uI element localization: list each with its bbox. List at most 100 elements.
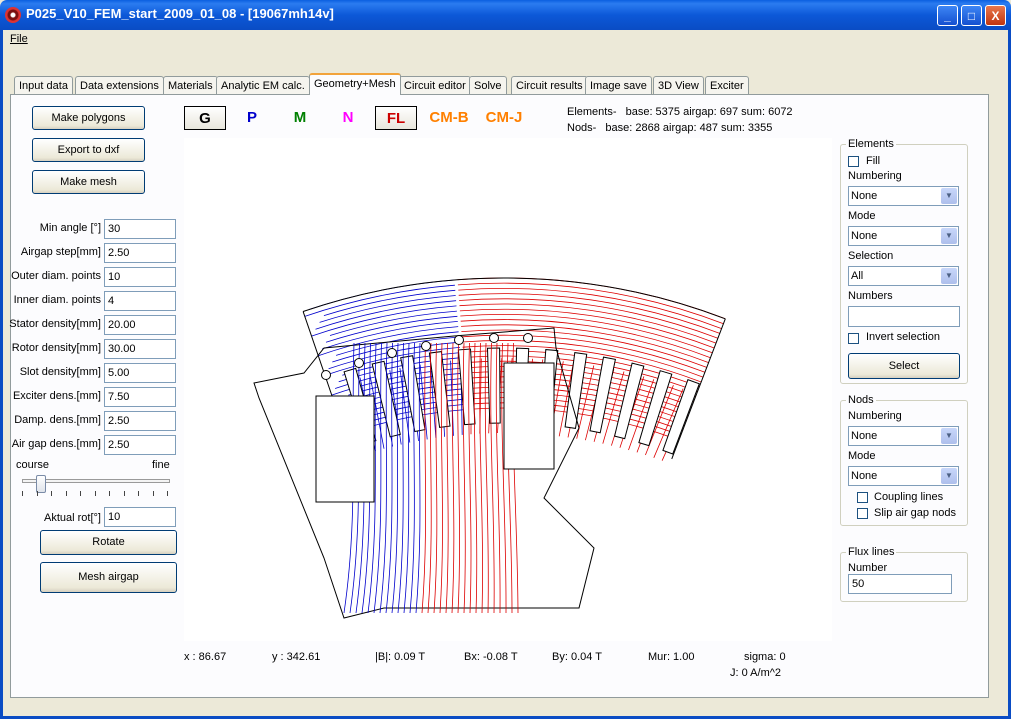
invert-selection-label: Invert selection [866,331,940,343]
flux-line-negative [308,279,455,310]
damper-bar [321,370,331,380]
fl-view-button[interactable]: FL [375,106,417,130]
field-winding-right [503,362,555,470]
flux-number-label: Number [848,562,888,574]
stator-slot [662,379,700,455]
stator-slot [486,347,501,424]
airgap-density-input[interactable]: 2.50 [104,435,176,455]
bx-readout: Bx: -0.08 T [464,651,518,663]
nods-numbering-value: None [851,430,878,442]
minimize-button[interactable]: _ [937,5,958,26]
by-readout: By: 0.04 T [552,651,602,663]
coupling-lines-checkbox[interactable] [857,492,868,503]
nods-numbering-select[interactable]: None ▼ [848,426,959,446]
chevron-down-icon: ▼ [941,228,957,244]
rotor-flux-line [473,342,478,614]
make-polygons-button[interactable]: Make polygons [32,106,145,130]
damper-bar [354,358,364,368]
selection-label: Selection [848,250,894,262]
slider-tick [138,491,139,496]
cm-j-view-button[interactable]: CM-J [478,106,530,130]
flux-line-positive [458,288,722,329]
flux-line-positive [457,282,724,325]
field-winding-left [315,395,375,503]
g-view-button[interactable]: G [184,106,226,130]
stator-density-label: Stator density[mm] [9,318,101,330]
exciter-density-input[interactable]: 7.50 [104,387,176,407]
exciter-density-label: Exciter dens.[mm] [12,390,101,402]
airgap-step-input[interactable]: 2.50 [104,243,176,263]
min-angle-input[interactable]: 30 [104,219,176,239]
elements-numbering-value: None [851,190,878,202]
flux-number-input[interactable]: 50 [848,574,952,594]
m-view-button[interactable]: M [279,106,321,130]
export-dxf-button[interactable]: Export to dxf [32,138,145,162]
tab-image-save[interactable]: Image save [585,76,652,94]
rotate-button[interactable]: Rotate [40,530,177,555]
flux-line-positive [458,293,720,334]
aktual-rot-input[interactable]: 10 [104,507,176,527]
elements-mode-select[interactable]: None ▼ [848,226,959,246]
b-magnitude-readout: |B|: 0.09 T [375,651,426,663]
title-bar[interactable]: P025_V10_FEM_start_2009_01_08 - [19067mh… [0,0,1011,30]
make-mesh-button[interactable]: Make mesh [32,170,145,194]
chevron-down-icon: ▼ [941,468,957,484]
slot-density-label: Slot density[mm] [19,366,101,378]
elements-stats: Elements- base: 5375 airgap: 697 sum: 60… [567,106,793,118]
rotor-flux-line [445,342,449,614]
nods-stats: Nods- base: 2868 airgap: 487 sum: 3355 [567,122,772,134]
fill-checkbox[interactable] [848,156,859,167]
slip-airgap-checkbox[interactable] [857,508,868,519]
cm-b-view-button[interactable]: CM-B [423,106,475,130]
elements-mode-value: None [851,230,878,242]
menu-file[interactable]: File [10,33,28,45]
rotor-flux-line [484,342,489,614]
rotor-flux-line [457,342,460,614]
selection-select[interactable]: All ▼ [848,266,959,286]
nods-values: base: 2868 airgap: 487 sum: 3355 [605,122,773,134]
slider-tick [152,491,154,496]
fem-drawing-canvas[interactable] [184,138,832,641]
tab-materials[interactable]: Materials [163,76,218,94]
elements-numbering-select[interactable]: None ▼ [848,186,959,206]
maximize-button[interactable]: □ [961,5,982,26]
damper-bar [454,335,464,345]
tab-analytic-em-calc[interactable]: Analytic EM calc. [216,76,310,94]
tab-exciter[interactable]: Exciter [705,76,749,94]
outer-diam-points-input[interactable]: 10 [104,267,176,287]
inner-diam-points-input[interactable]: 4 [104,291,176,311]
y-coordinate-readout: y : 342.61 [272,651,321,663]
tab-data-extensions[interactable]: Data extensions [75,76,164,94]
stator-density-input[interactable]: 20.00 [104,315,176,335]
elements-mode-label: Mode [848,210,876,222]
sigma-readout: sigma: 0 [744,651,786,663]
tab-circuit-results[interactable]: Circuit results [511,76,588,94]
tab-3d-view[interactable]: 3D View [653,76,704,94]
tab-circuit-editor[interactable]: Circuit editor [399,76,471,94]
inner-diam-points-label: Inner diam. points [13,294,101,306]
airgap-density-label: Air gap dens.[mm] [11,438,101,450]
slot-density-input[interactable]: 5.00 [104,363,176,383]
numbers-input[interactable] [848,306,960,327]
rotor-density-label: Rotor density[mm] [11,342,101,354]
slider-tick [109,491,110,496]
mesh-airgap-button[interactable]: Mesh airgap [40,562,177,593]
n-view-button[interactable]: N [327,106,369,130]
close-button[interactable]: X [985,5,1006,26]
tab-input-data[interactable]: Input data [14,76,73,94]
window-frame-left [0,30,3,719]
chevron-down-icon: ▼ [941,268,957,284]
tab-solve[interactable]: Solve [469,76,507,94]
rotor-density-input[interactable]: 30.00 [104,339,176,359]
airgap-step-label: Airgap step[mm] [20,246,101,258]
nods-mode-select[interactable]: None ▼ [848,466,959,486]
invert-selection-checkbox[interactable] [848,333,859,344]
app-icon[interactable] [5,7,21,23]
flux-lines-group-title: Flux lines [846,546,897,558]
p-view-button[interactable]: P [231,106,273,130]
tab-geometry-mesh[interactable]: Geometry+Mesh [309,73,401,95]
damper-bar [387,348,397,358]
select-button[interactable]: Select [848,353,960,379]
slider-tick [51,491,52,496]
damp-density-input[interactable]: 2.50 [104,411,176,431]
